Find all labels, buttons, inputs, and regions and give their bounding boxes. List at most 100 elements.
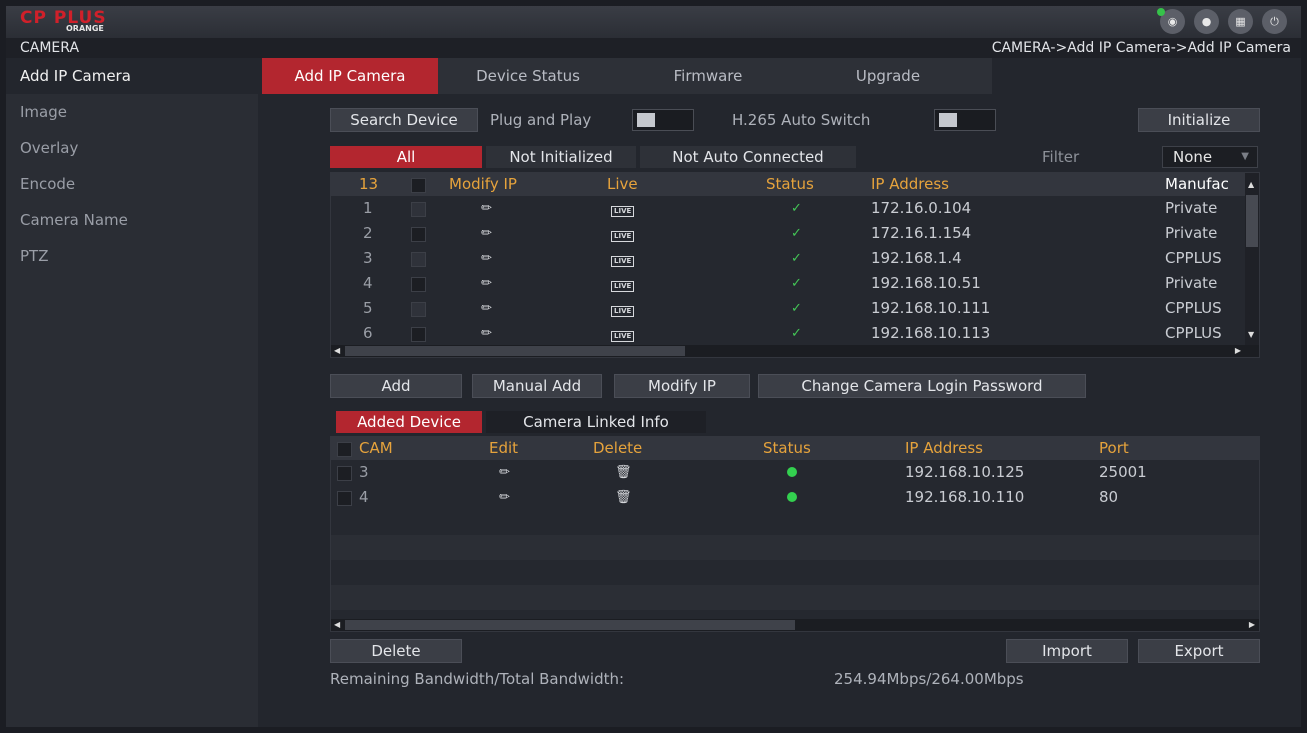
pencil-icon[interactable]: ✏ — [481, 296, 492, 321]
scroll-down-icon[interactable]: ▼ — [1248, 329, 1254, 341]
pencil-icon[interactable]: ✏ — [481, 271, 492, 296]
live-icon: LIVE — [611, 206, 635, 217]
table-row[interactable]: 5 ✏ LIVE ✓ 192.168.10.111 CPPLUS — [331, 296, 1259, 321]
live-button[interactable]: LIVE — [611, 271, 635, 296]
power-icon[interactable]: ⏻ — [1262, 9, 1287, 34]
pencil-icon[interactable]: ✏ — [481, 321, 492, 346]
row-checkbox[interactable] — [411, 277, 426, 292]
sidebar-item-image[interactable]: Image — [6, 94, 258, 130]
table-row[interactable]: 3 ✏ 🗑 192.168.10.125 25001 — [331, 460, 1259, 485]
sidebar-item-camera-name[interactable]: Camera Name — [6, 202, 258, 238]
live-button[interactable]: LIVE — [611, 196, 635, 221]
tab-upgrade[interactable]: Upgrade — [798, 58, 978, 94]
tab-device-status[interactable]: Device Status — [438, 58, 618, 94]
pencil-icon[interactable]: ✏ — [499, 485, 510, 510]
port: 80 — [1099, 488, 1119, 506]
add-button[interactable]: Add — [330, 374, 462, 398]
filter-tab-all[interactable]: All — [330, 146, 482, 168]
scroll-right-icon[interactable]: ▶ — [1249, 619, 1255, 631]
ip-address: 192.168.10.113 — [871, 324, 991, 342]
row-checkbox[interactable] — [411, 227, 426, 242]
search-device-button[interactable]: Search Device — [330, 108, 478, 132]
row-checkbox[interactable] — [411, 202, 426, 217]
sidebar-item-overlay[interactable]: Overlay — [6, 130, 258, 166]
ip-address: 192.168.1.4 — [871, 249, 962, 267]
top-bar: CP PLUS ORANGE ◉ ● ▦ ⏻ — [6, 6, 1301, 38]
vertical-scrollbar[interactable]: ▲ ▼ — [1245, 173, 1259, 357]
grid-icon[interactable]: ▦ — [1228, 9, 1253, 34]
ip-address: 192.168.10.125 — [905, 463, 1025, 481]
select-all-checkbox[interactable] — [411, 178, 426, 193]
scroll-left-icon[interactable]: ◀ — [334, 345, 340, 357]
toggle-knob — [637, 113, 655, 127]
user-icon[interactable]: ● — [1194, 9, 1219, 34]
scroll-up-icon[interactable]: ▲ — [1248, 179, 1254, 191]
plug-and-play-toggle[interactable] — [632, 109, 694, 131]
header-icons: ◉ ● ▦ ⏻ — [1157, 8, 1287, 34]
column-header-delete: Delete — [593, 439, 643, 457]
pencil-icon[interactable]: ✏ — [499, 460, 510, 485]
row-checkbox[interactable] — [337, 466, 352, 481]
title-bar: CAMERA CAMERA->Add IP Camera->Add IP Cam… — [6, 38, 1301, 58]
row-checkbox[interactable] — [411, 302, 426, 317]
row-number: 4 — [363, 274, 373, 292]
tab-added-device[interactable]: Added Device — [336, 411, 482, 433]
pencil-icon[interactable]: ✏ — [481, 246, 492, 271]
filter-select[interactable]: None ▼ — [1162, 146, 1258, 168]
tab-camera-linked-info[interactable]: Camera Linked Info — [486, 411, 706, 433]
row-number: 3 — [363, 249, 373, 267]
filter-tab-not-auto-connected[interactable]: Not Auto Connected — [640, 146, 856, 168]
logo: CP PLUS ORANGE — [20, 8, 160, 36]
modify-ip-button[interactable]: Modify IP — [614, 374, 750, 398]
table-row[interactable]: 4 ✏ LIVE ✓ 192.168.10.51 Private — [331, 271, 1259, 296]
row-checkbox[interactable] — [337, 491, 352, 506]
pencil-icon[interactable]: ✏ — [481, 221, 492, 246]
table-row[interactable]: 4 ✏ 🗑 192.168.10.110 80 — [331, 485, 1259, 510]
delete-button[interactable]: Delete — [330, 639, 462, 663]
column-header-cam: CAM — [359, 439, 393, 457]
scroll-right-icon[interactable]: ▶ — [1235, 345, 1241, 357]
table-row[interactable]: 1 ✏ LIVE ✓ 172.16.0.104 Private — [331, 196, 1259, 221]
export-button[interactable]: Export — [1138, 639, 1260, 663]
table-header: 13 Modify IP Live Status IP Address Manu… — [331, 173, 1259, 196]
filter-tab-not-initialized[interactable]: Not Initialized — [486, 146, 636, 168]
table-row[interactable]: 3 ✏ LIVE ✓ 192.168.1.4 CPPLUS — [331, 246, 1259, 271]
live-icon: LIVE — [611, 256, 635, 267]
horizontal-scrollbar[interactable]: ◀ ▶ — [331, 619, 1259, 631]
trash-icon[interactable]: 🗑 — [615, 460, 632, 485]
live-button[interactable]: LIVE — [611, 321, 635, 346]
scroll-left-icon[interactable]: ◀ — [334, 619, 340, 631]
select-all-checkbox[interactable] — [337, 442, 352, 457]
pencil-icon[interactable]: ✏ — [481, 196, 492, 221]
eye-icon[interactable]: ◉ — [1157, 8, 1185, 34]
bandwidth-label: Remaining Bandwidth/Total Bandwidth: — [330, 670, 625, 688]
h265-auto-switch-toggle[interactable] — [934, 109, 996, 131]
online-dot — [787, 467, 797, 477]
manufacturer: CPPLUS — [1165, 299, 1222, 317]
sidebar-item-add-ip-camera[interactable]: Add IP Camera — [6, 58, 258, 94]
import-button[interactable]: Import — [1006, 639, 1128, 663]
change-camera-login-password-button[interactable]: Change Camera Login Password — [758, 374, 1086, 398]
scrollbar-thumb[interactable] — [345, 346, 685, 356]
trash-icon[interactable]: 🗑 — [615, 485, 632, 510]
live-button[interactable]: LIVE — [611, 296, 635, 321]
scrollbar-thumb[interactable] — [1246, 195, 1258, 247]
online-dot — [787, 492, 797, 502]
sidebar-item-ptz[interactable]: PTZ — [6, 238, 258, 274]
row-checkbox[interactable] — [411, 252, 426, 267]
table-row[interactable]: 2 ✏ LIVE ✓ 172.16.1.154 Private — [331, 221, 1259, 246]
horizontal-scrollbar[interactable]: ◀ ▶ — [331, 345, 1259, 357]
manual-add-button[interactable]: Manual Add — [472, 374, 602, 398]
row-checkbox[interactable] — [411, 327, 426, 342]
scrollbar-thumb[interactable] — [345, 620, 795, 630]
live-button[interactable]: LIVE — [611, 246, 635, 271]
sidebar-item-encode[interactable]: Encode — [6, 166, 258, 202]
initialize-button[interactable]: Initialize — [1138, 108, 1260, 132]
column-header-live: Live — [607, 175, 638, 193]
ip-address: 172.16.0.104 — [871, 199, 972, 217]
ip-address: 192.168.10.111 — [871, 299, 991, 317]
tab-add-ip-camera[interactable]: Add IP Camera — [262, 58, 438, 94]
live-button[interactable]: LIVE — [611, 221, 635, 246]
tab-firmware[interactable]: Firmware — [618, 58, 798, 94]
table-row[interactable]: 6 ✏ LIVE ✓ 192.168.10.113 CPPLUS — [331, 321, 1259, 346]
